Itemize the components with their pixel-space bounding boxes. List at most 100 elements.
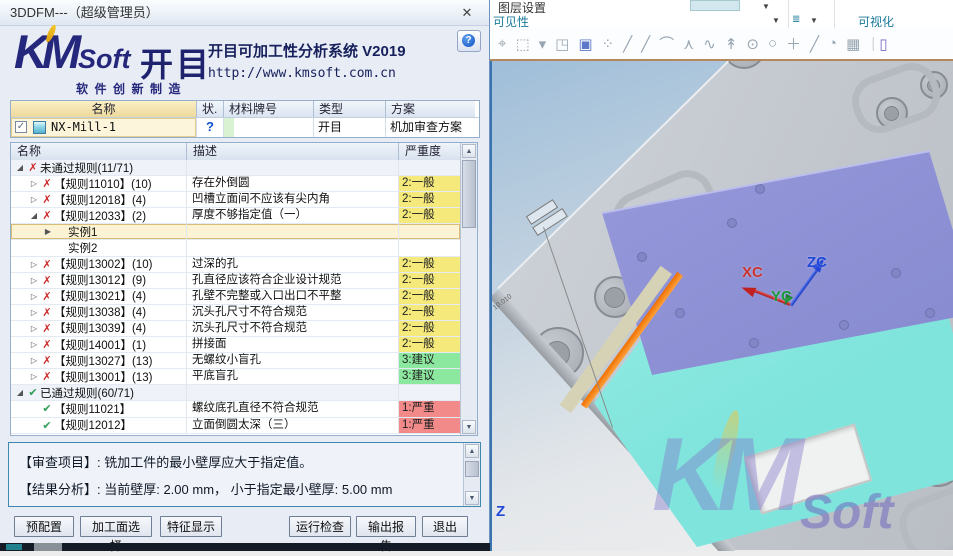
part-name-cell[interactable]: ✓ NX-Mill-1 — [11, 118, 197, 137]
scroll-down-icon[interactable]: ▼ — [465, 491, 479, 505]
scrollbar-thumb[interactable] — [465, 461, 479, 477]
rule-row[interactable]: ▶实例1 — [11, 224, 460, 240]
z-axis-label: ZC — [807, 254, 827, 271]
chevron-down-icon[interactable]: ▼ — [810, 16, 818, 25]
ellipse-icon[interactable]: ○ — [768, 35, 777, 52]
tree-expander-icon[interactable]: ▷ — [28, 340, 40, 349]
analysis-result-line: 【结果分析】: 当前壁厚: 2.00 mm， 小于指定最小壁厚: 5.00 mm — [19, 479, 392, 498]
tree-expander-icon[interactable]: ▷ — [28, 276, 40, 285]
shaded-cube-icon[interactable]: ▣ — [578, 35, 592, 53]
col-header-material[interactable]: 材料牌号 — [224, 101, 314, 117]
col-header-description[interactable]: 描述 — [187, 143, 399, 160]
3d-viewport[interactable]: XC YC ZC 10.010 Z KM Soft — [490, 61, 953, 551]
rule-row[interactable]: ▷✗【规则13038】(4)沉头孔尺寸不符合规范2:一般 — [11, 305, 460, 321]
face-icon[interactable]: ◔ — [828, 35, 837, 52]
rules-scrollbar[interactable]: ▲ ▼ — [460, 143, 477, 435]
rule-name-cell: 实例2 — [11, 240, 187, 255]
tree-expander-icon[interactable]: ◢ — [28, 211, 40, 220]
rule-description — [187, 224, 399, 239]
tree-expander-icon[interactable]: ▷ — [28, 195, 40, 204]
x-axis-label: XC — [742, 264, 763, 281]
tree-expander-icon[interactable]: ▷ — [28, 372, 40, 381]
scroll-up-icon[interactable]: ▲ — [465, 444, 479, 458]
rule-name-cell: ▷✗【规则13012】(9) — [11, 273, 187, 288]
arc-icon[interactable]: ⌒ — [659, 33, 674, 54]
col-header-type[interactable]: 类型 — [314, 101, 386, 117]
chevron-down-icon[interactable]: ▼ — [762, 2, 770, 11]
rule-row[interactable]: ▷✗【规则13027】(13)无螺纹小盲孔3:建议 — [11, 353, 460, 369]
tree-expander-icon[interactable]: ▶ — [42, 227, 54, 236]
chevron-down-icon[interactable]: ▼ — [772, 16, 780, 25]
tag-tool-icon[interactable]: ⌖ — [498, 35, 506, 52]
part-plan-cell: 机加审查方案 — [386, 118, 475, 137]
wireframe-cube-icon[interactable]: ◳ — [555, 35, 569, 53]
preconfig-button[interactable]: 预配置 — [14, 516, 74, 537]
rule-row[interactable]: ▷✗【规则12018】(4)凹槽立面间不应该有尖内角2:一般 — [11, 192, 460, 208]
fail-icon: ✗ — [40, 306, 54, 319]
machining-face-select-button[interactable]: 加工面选择 — [80, 516, 152, 537]
close-icon[interactable]: ✕ — [459, 5, 475, 21]
rule-row[interactable]: ✔【规则12012】立面倒圆太深（三）1:严重 — [11, 418, 460, 434]
rule-name: 【规则13012】(9) — [54, 273, 146, 288]
analysis-scrollbar[interactable]: ▲ ▼ — [463, 443, 480, 506]
selection-dropdown-icon[interactable]: ▾ — [539, 35, 547, 53]
rule-row[interactable]: ▷✗【规则13012】(9)孔直径应该符合企业设计规范2:一般 — [11, 273, 460, 289]
ribbon-separator — [834, 0, 835, 28]
layer-dropdown[interactable] — [690, 0, 740, 11]
line-icon[interactable]: ╱ — [623, 35, 632, 53]
rules-rows: ◢✗未通过规则(11/71)▷✗【规则11010】(10)存在外倒圆2:一般▷✗… — [11, 160, 460, 434]
rule-row[interactable]: ▷✗【规则13001】(13)平底盲孔3:建议 — [11, 369, 460, 385]
screw-hole-dot — [637, 252, 647, 262]
col-header-severity[interactable]: 严重度 — [399, 143, 461, 160]
y-axis-label: YC — [771, 288, 792, 305]
rule-row[interactable]: ✔【规则11021】螺纹底孔直径不符合规范1:严重 — [11, 401, 460, 417]
point-icon[interactable]: ＋ — [786, 33, 801, 54]
exit-button[interactable]: 退出 — [422, 516, 468, 537]
rule-description: 厚度不够指定值（一） — [187, 208, 399, 223]
annotation-icon[interactable]: ▯ — [879, 35, 887, 53]
rule-row[interactable]: ▷✗【规则13039】(4)沉头孔尺寸不符合规范2:一般 — [11, 321, 460, 337]
selection-box-icon[interactable]: ⬚ — [515, 35, 529, 53]
tree-expander-icon[interactable]: ▷ — [28, 356, 40, 365]
tree-expander-icon[interactable]: ▷ — [28, 260, 40, 269]
part-checkbox[interactable]: ✓ — [15, 121, 27, 133]
rule-row[interactable]: ▷✗【规则13002】(10)过深的孔2:一般 — [11, 257, 460, 273]
datum-axis-icon[interactable]: ↟ — [725, 35, 738, 53]
rule-row[interactable]: ▷✗【规则14001】(1)拼接面2:一般 — [11, 337, 460, 353]
col-header-status[interactable]: 状. — [197, 101, 224, 117]
spline-icon[interactable]: ∿ — [703, 35, 716, 53]
col-header-plan[interactable]: 方案 — [386, 101, 475, 117]
col-header-name[interactable]: 名称 — [11, 101, 197, 117]
rule-row[interactable]: 实例2 — [11, 240, 460, 256]
tree-expander-icon[interactable]: ▷ — [28, 292, 40, 301]
rule-row[interactable]: ◢✗未通过规则(11/71) — [11, 160, 460, 176]
feature-display-button[interactable]: 特征显示 — [160, 516, 222, 537]
hole-bore — [599, 479, 621, 501]
mini-tool-icon[interactable]: ≣ — [792, 14, 800, 25]
studio-spline-icon[interactable]: ⋏ — [683, 35, 694, 53]
tree-expander-icon[interactable]: ◢ — [14, 163, 26, 172]
run-check-button[interactable]: 运行检查 — [289, 516, 351, 537]
part-row[interactable]: ✓ NX-Mill-1 ? 开目 机加审查方案 — [11, 117, 479, 137]
col-header-rule-name[interactable]: 名称 — [11, 143, 187, 160]
tree-expander-icon[interactable]: ▷ — [28, 324, 40, 333]
tree-expander-icon[interactable]: ▷ — [28, 179, 40, 188]
toolbar-separator: | — [871, 35, 875, 52]
scrollbar-thumb[interactable] — [462, 160, 476, 228]
polyline-icon[interactable]: ╱ — [641, 35, 650, 53]
tree-expander-icon[interactable]: ◢ — [14, 388, 26, 397]
output-report-button[interactable]: 输出报告 — [356, 516, 416, 537]
rule-name: 【规则13002】(10) — [54, 257, 152, 272]
rule-row[interactable]: ▷✗【规则11010】(10)存在外倒圆2:一般 — [11, 176, 460, 192]
line-2-icon[interactable]: ╱ — [810, 35, 819, 53]
circle-center-icon[interactable]: ⊙ — [746, 35, 759, 53]
rule-row[interactable]: ◢✔已通过规则(60/71) — [11, 385, 460, 401]
explode-icon[interactable]: ⁘ — [602, 35, 615, 53]
rule-row[interactable]: ▷✗【规则13021】(4)孔壁不完整或入口出口不平整2:一般 — [11, 289, 460, 305]
severity-badge — [399, 160, 460, 175]
scroll-down-icon[interactable]: ▼ — [462, 420, 476, 434]
scroll-up-icon[interactable]: ▲ — [462, 144, 476, 158]
tree-expander-icon[interactable]: ▷ — [28, 308, 40, 317]
grid-icon[interactable]: ▦ — [846, 35, 860, 53]
rule-row[interactable]: ◢✗【规则12033】(2)厚度不够指定值（一）2:一般 — [11, 208, 460, 224]
